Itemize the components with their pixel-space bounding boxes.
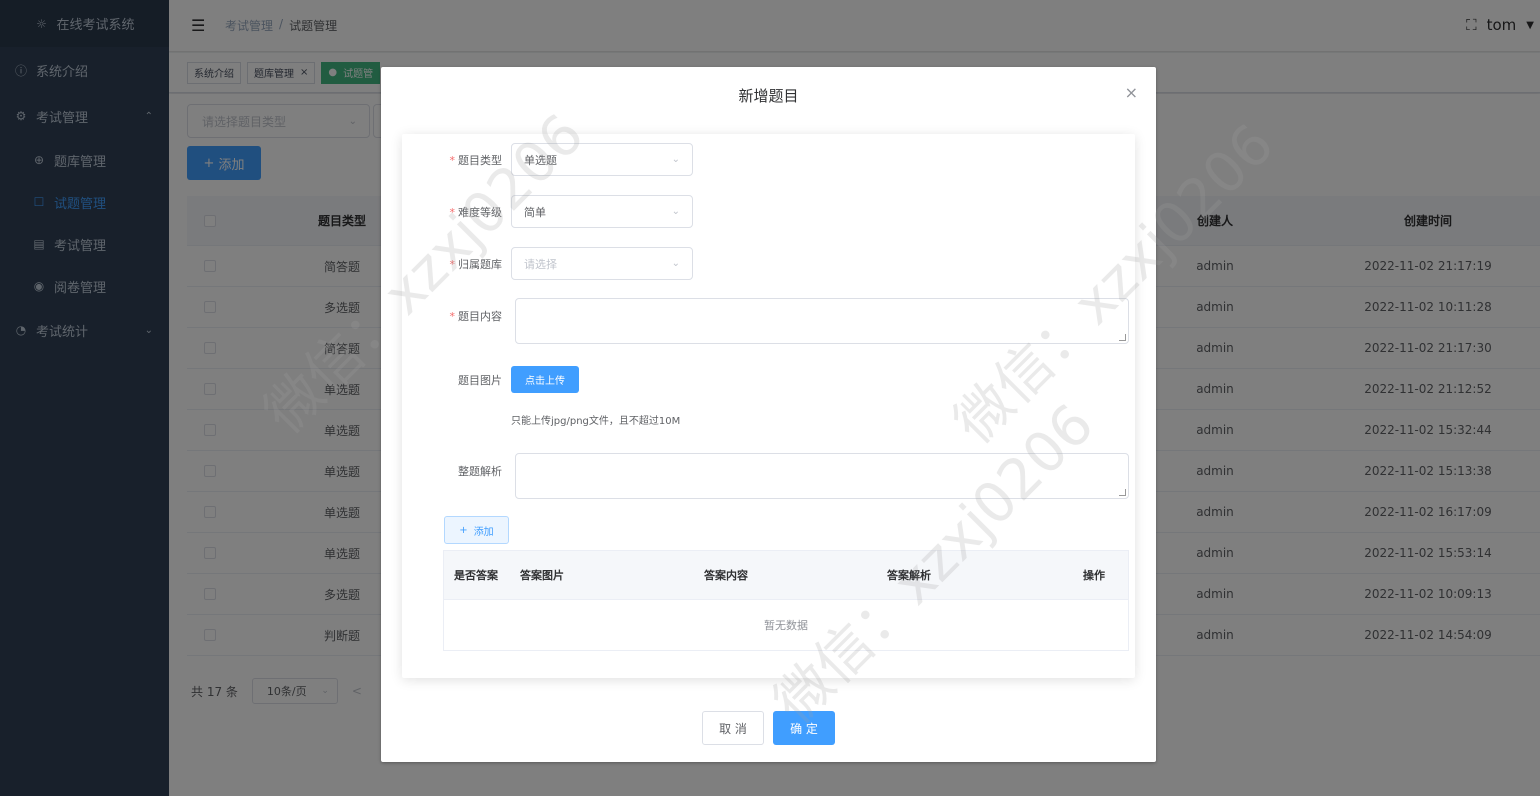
chevron-down-icon: ⌄ bbox=[671, 206, 680, 217]
empty-text: 暂无数据 bbox=[764, 619, 808, 632]
label-image: 题目图片 bbox=[458, 374, 502, 387]
label-type: * 题目类型 bbox=[449, 154, 503, 167]
label-content: * 题目内容 bbox=[449, 310, 503, 323]
close-icon[interactable]: × bbox=[1125, 83, 1138, 102]
header-answer-image: 答案图片 bbox=[520, 569, 564, 582]
analysis-textarea[interactable] bbox=[515, 453, 1129, 499]
add-question-dialog: 新增题目 × * 题目类型 单选题 ⌄ * 难度等级 简单 ⌄ * 归属题库 请选择 … bbox=[381, 67, 1156, 762]
bank-placeholder: 请选择 bbox=[524, 257, 557, 271]
type-value: 单选题 bbox=[524, 153, 557, 167]
content-textarea[interactable] bbox=[515, 298, 1129, 344]
label-bank: * 归属题库 bbox=[449, 258, 503, 271]
label-level: * 难度等级 bbox=[449, 206, 503, 219]
add-answer-button[interactable]: + 添加 bbox=[444, 516, 509, 544]
form-card: * 题目类型 单选题 ⌄ * 难度等级 简单 ⌄ * 归属题库 请选择 ⌄ * 题目内容… bbox=[402, 134, 1135, 678]
chevron-down-icon: ⌄ bbox=[671, 154, 680, 165]
confirm-button[interactable]: 确 定 bbox=[773, 711, 835, 745]
dialog-title: 新增题目 bbox=[738, 87, 799, 105]
chevron-down-icon: ⌄ bbox=[671, 258, 680, 269]
label-analysis: 整题解析 bbox=[458, 465, 502, 478]
header-answer-analysis: 答案解析 bbox=[887, 569, 931, 582]
answer-table-header: 是否答案 答案图片 答案内容 答案解析 操作 bbox=[444, 551, 1128, 600]
add-answer-label: 添加 bbox=[473, 526, 494, 538]
level-value: 简单 bbox=[524, 205, 546, 219]
header-operation: 操作 bbox=[1083, 569, 1105, 582]
plus-icon: + bbox=[459, 524, 468, 536]
header-is-answer: 是否答案 bbox=[454, 569, 498, 582]
type-select[interactable]: 单选题 ⌄ bbox=[511, 143, 693, 176]
level-select[interactable]: 简单 ⌄ bbox=[511, 195, 693, 228]
bank-select[interactable]: 请选择 ⌄ bbox=[511, 247, 693, 280]
cancel-button[interactable]: 取 消 bbox=[702, 711, 764, 745]
answer-table: 是否答案 答案图片 答案内容 答案解析 操作 暂无数据 bbox=[443, 550, 1129, 651]
dialog-footer: 取 消 确 定 bbox=[381, 711, 1156, 745]
header-answer-content: 答案内容 bbox=[704, 569, 748, 582]
upload-tip: 只能上传jpg/png文件，且不超过10M bbox=[511, 416, 681, 427]
upload-button[interactable]: 点击上传 bbox=[511, 366, 579, 393]
